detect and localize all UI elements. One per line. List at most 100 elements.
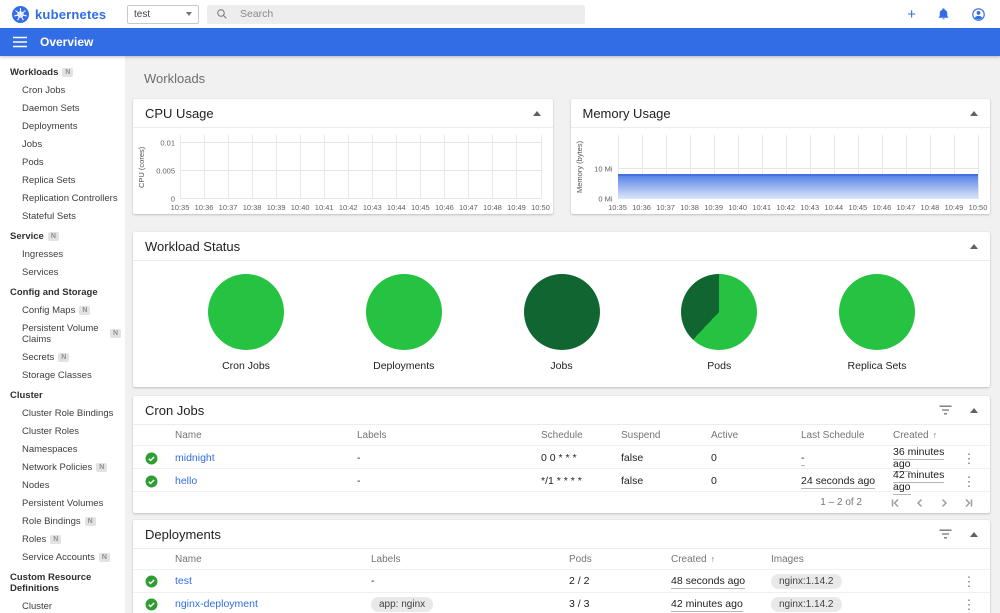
sidebar-item-service-accounts[interactable]: Service Accounts N xyxy=(0,548,125,566)
sidebar-item-cluster-role-bindings[interactable]: Cluster Role Bindings xyxy=(0,404,125,422)
cron-job-link-hello[interactable]: hello xyxy=(175,475,197,487)
x-tick-label: 10:42 xyxy=(338,203,358,212)
column-label: Created xyxy=(893,429,929,441)
sidebar-item-deployments[interactable]: Deployments xyxy=(0,117,125,135)
sidebar-section-config-and-storage[interactable]: Config and Storage xyxy=(0,283,125,301)
sidebar-item-stateful-sets[interactable]: Stateful Sets xyxy=(0,207,125,225)
sidebar-label: Replication Controllers xyxy=(22,192,118,204)
sidebar-item-roles[interactable]: Roles N xyxy=(0,530,125,548)
sidebar-item-secrets[interactable]: Secrets N xyxy=(0,348,125,366)
notifications-bell-icon[interactable] xyxy=(937,7,950,21)
sidebar-item-daemon-sets[interactable]: Daemon Sets xyxy=(0,99,125,117)
x-tick-label: 10:39 xyxy=(266,203,286,212)
column-header-active[interactable]: Active xyxy=(711,430,801,441)
pie-chart-cron-jobs xyxy=(208,274,284,350)
row-actions-menu-icon[interactable]: ⋮ xyxy=(956,452,982,465)
pie-chart-pods xyxy=(681,274,758,350)
filter-icon[interactable] xyxy=(939,405,952,415)
column-header-created[interactable]: Created ↑ xyxy=(893,430,956,441)
sidebar-item-ingresses[interactable]: Ingresses xyxy=(0,245,125,263)
last-page-icon[interactable] xyxy=(956,497,980,509)
column-header-name[interactable]: Name xyxy=(175,554,371,565)
sidebar-item-storage-classes[interactable]: Storage Classes xyxy=(0,366,125,384)
column-header-images[interactable]: Images xyxy=(771,554,956,565)
workload-pie-deployments: Deployments xyxy=(339,274,469,372)
namespaced-badge: N xyxy=(109,329,121,338)
sidebar-item-pods[interactable]: Pods xyxy=(0,153,125,171)
column-header-name[interactable]: Name xyxy=(175,430,357,441)
workload-pie-pods: Pods xyxy=(654,274,784,372)
sidebar-item-namespaces[interactable]: Namespaces xyxy=(0,440,125,458)
column-header-labels[interactable]: Labels xyxy=(371,554,569,565)
sidebar-label: Persistent Volume Claims xyxy=(22,322,99,345)
sidebar-section-cluster[interactable]: Cluster xyxy=(0,386,125,404)
column-header-pods[interactable]: Pods xyxy=(569,554,671,565)
column-header-suspend[interactable]: Suspend xyxy=(621,430,711,441)
sidebar-item-cluster[interactable]: Cluster xyxy=(0,597,125,613)
sidebar-label: Cluster Roles xyxy=(22,425,80,437)
x-tick-label: 10:49 xyxy=(507,203,526,212)
next-page-icon[interactable] xyxy=(932,497,956,509)
x-tick-label: 10:39 xyxy=(704,203,724,212)
column-label: Name xyxy=(175,553,202,565)
gridline xyxy=(324,135,326,199)
column-header-last-schedule[interactable]: Last Schedule xyxy=(801,430,893,441)
user-account-icon[interactable] xyxy=(971,7,986,22)
sidebar-item-jobs[interactable]: Jobs xyxy=(0,135,125,153)
table-header-row: Name Labels Pods Created ↑ Images xyxy=(133,549,990,569)
sidebar-item-cluster-roles[interactable]: Cluster Roles xyxy=(0,422,125,440)
sidebar-item-services[interactable]: Services xyxy=(0,263,125,281)
sidebar-section-custom-resource-definitions[interactable]: Custom Resource Definitions xyxy=(0,568,125,597)
gridline xyxy=(444,135,446,199)
sidebar-section-workloads[interactable]: Workloads N xyxy=(0,63,125,81)
x-tick-label: 10:40 xyxy=(728,203,748,212)
previous-page-icon[interactable] xyxy=(908,497,932,509)
collapse-icon[interactable] xyxy=(970,243,978,249)
column-header-schedule[interactable]: Schedule xyxy=(541,430,621,441)
row-actions-menu-icon[interactable]: ⋮ xyxy=(956,598,982,611)
status-ok-icon xyxy=(145,452,175,465)
sidebar-item-network-policies[interactable]: Network Policies N xyxy=(0,458,125,476)
deployment-link-test[interactable]: test xyxy=(175,575,192,587)
filter-icon[interactable] xyxy=(939,529,952,539)
sidebar-item-replica-sets[interactable]: Replica Sets xyxy=(0,171,125,189)
cron-job-link-midnight[interactable]: midnight xyxy=(175,452,215,464)
deployment-link-nginx-deployment[interactable]: nginx-deployment xyxy=(175,598,258,610)
row-actions-menu-icon[interactable]: ⋮ xyxy=(956,475,982,488)
create-resource-icon[interactable]: + xyxy=(907,7,916,22)
kubernetes-brand[interactable]: kubernetes xyxy=(12,5,112,23)
x-tick-label: 10:41 xyxy=(752,203,772,212)
search-input[interactable] xyxy=(238,7,576,21)
sidebar-item-cron-jobs[interactable]: Cron Jobs xyxy=(0,81,125,99)
x-tick-label: 10:41 xyxy=(314,203,334,212)
collapse-icon[interactable] xyxy=(970,407,978,413)
namespace-selector[interactable]: test xyxy=(127,4,199,24)
column-header-created[interactable]: Created ↑ xyxy=(671,554,771,565)
x-tick-label: 10:50 xyxy=(531,203,550,212)
hamburger-menu-icon[interactable] xyxy=(13,36,27,48)
sidebar-section-service[interactable]: Service N xyxy=(0,227,125,245)
sidebar-item-role-bindings[interactable]: Role Bindings N xyxy=(0,512,125,530)
created-cell: 48 seconds ago xyxy=(671,575,771,589)
collapse-icon[interactable] xyxy=(532,110,541,116)
sidebar-item-persistent-volume-claims[interactable]: Persistent Volume Claims N xyxy=(0,319,125,348)
sidebar-item-nodes[interactable]: Nodes xyxy=(0,476,125,494)
search-bar[interactable] xyxy=(207,4,585,24)
labels-cell: - xyxy=(357,452,361,464)
column-header-labels[interactable]: Labels xyxy=(357,430,541,441)
cron-jobs-card: Cron Jobs Name Labels Schedule Suspend Activ… xyxy=(133,396,990,513)
sidebar-item-config-maps[interactable]: Config Maps N xyxy=(0,301,125,319)
x-tick-label: 10:44 xyxy=(386,203,406,212)
schedule-cell: */1 * * * * xyxy=(541,475,582,487)
collapse-icon[interactable] xyxy=(970,531,978,537)
sidebar-item-persistent-volumes[interactable]: Persistent Volumes xyxy=(0,494,125,512)
table-header-row: Name Labels Schedule Suspend Active Last Sche… xyxy=(133,425,990,445)
pie-label: Pods xyxy=(707,360,732,372)
sidebar-item-replication-controllers[interactable]: Replication Controllers xyxy=(0,189,125,207)
image-chip: nginx:1.14.2 xyxy=(771,574,842,589)
collapse-icon[interactable] xyxy=(970,110,978,116)
gridline xyxy=(372,135,374,199)
row-actions-menu-icon[interactable]: ⋮ xyxy=(956,575,982,588)
x-tick-label: 10:45 xyxy=(410,203,430,212)
first-page-icon[interactable] xyxy=(884,497,908,509)
